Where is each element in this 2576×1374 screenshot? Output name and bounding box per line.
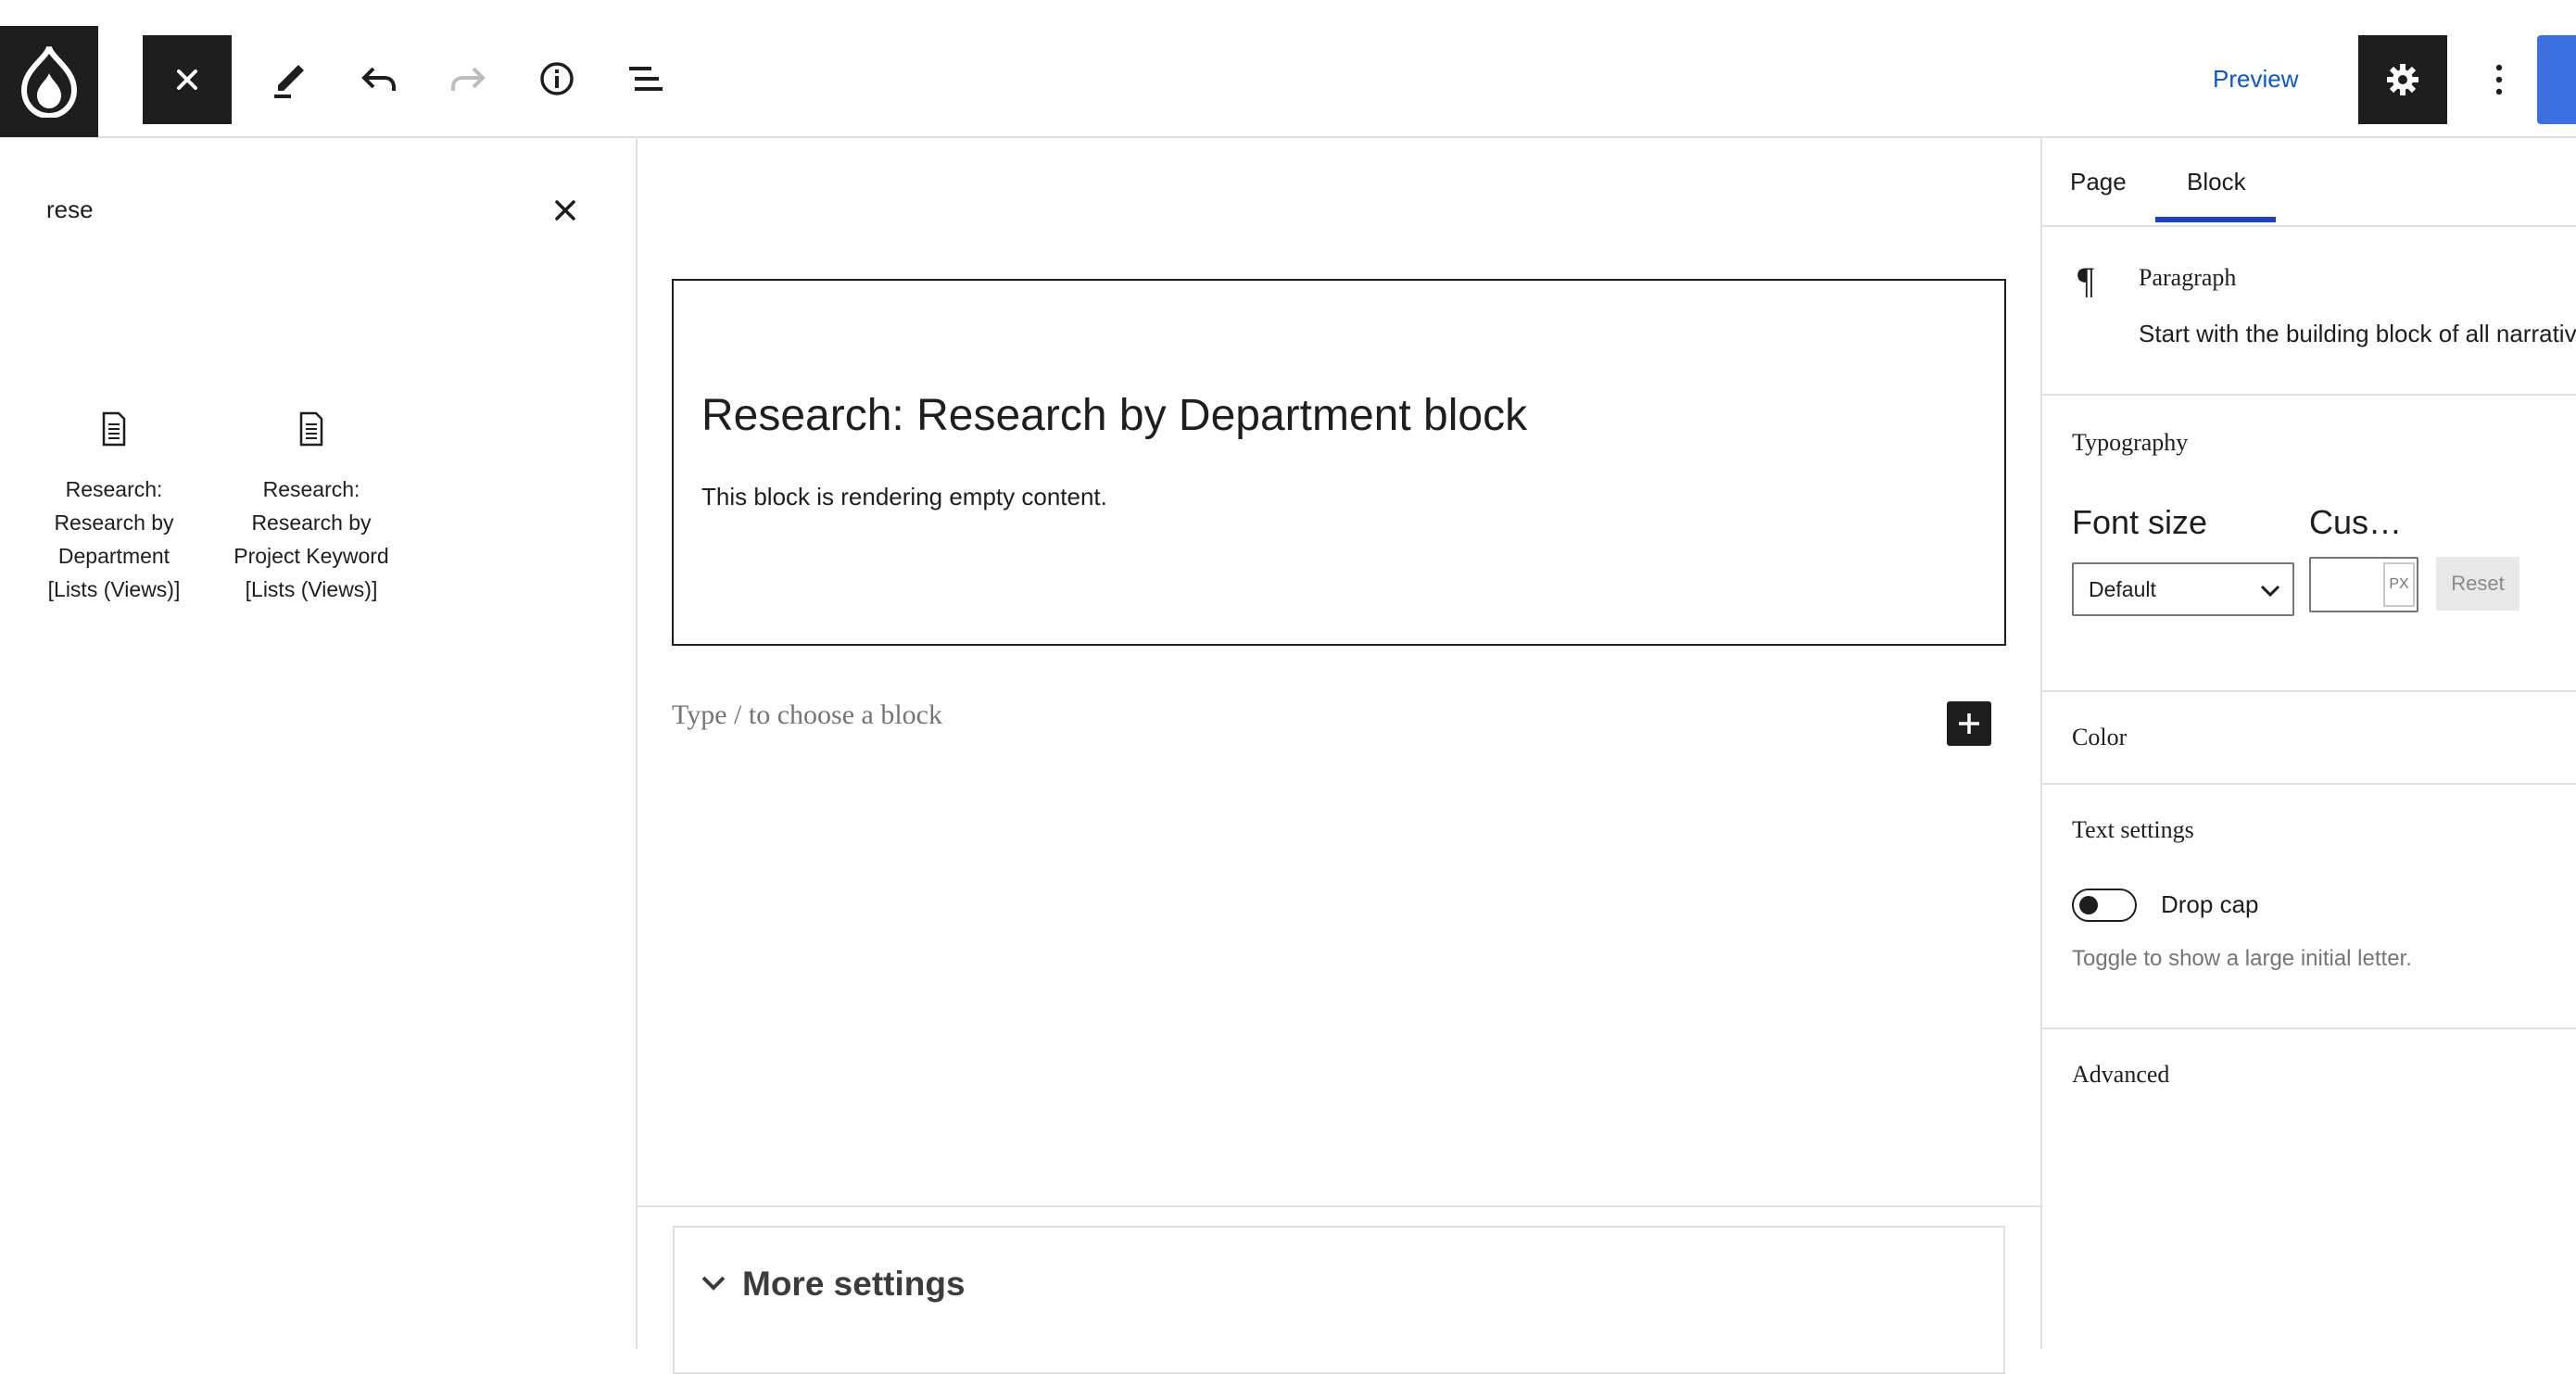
redo-icon — [451, 67, 486, 91]
color-panel-title[interactable]: Color — [2072, 724, 2127, 751]
text-settings-panel-title[interactable]: Text settings — [2072, 816, 2194, 844]
more-vertical-icon — [2495, 64, 2503, 95]
plus-icon — [1959, 713, 1979, 734]
list-view-icon — [629, 67, 663, 91]
custom-size-label: Cus… — [2309, 503, 2403, 541]
add-block-button[interactable] — [1947, 701, 1991, 746]
chevron-down-icon — [2260, 585, 2280, 598]
tab-page[interactable]: Page — [2070, 138, 2127, 225]
panel-divider — [2042, 394, 2576, 396]
inserter-result-item[interactable]: Research: Research by Project Keyword [L… — [228, 411, 395, 606]
close-icon — [555, 200, 575, 221]
tabs-divider — [2042, 225, 2576, 227]
clear-search-button[interactable] — [547, 192, 584, 229]
font-size-select[interactable]: Default — [2072, 562, 2294, 616]
inserter-result-label: Research: Research by Department [Lists … — [47, 477, 181, 601]
settings-sidebar: Page Block ¶ Paragraph Start with the bu… — [2042, 138, 2576, 1349]
block-card-description: Start with the building block of all nar… — [2139, 320, 2576, 347]
redo-button[interactable] — [443, 54, 493, 104]
views-block[interactable]: Research: Research by Department block T… — [672, 279, 2006, 646]
inserter-result-label: Research: Research by Project Keyword [L… — [234, 477, 389, 601]
more-settings-panel[interactable]: More settings — [673, 1226, 2005, 1374]
settings-button[interactable] — [2358, 35, 2447, 124]
views-block-title: Research: Research by Department block — [701, 391, 1528, 440]
active-tab-indicator — [2155, 217, 2276, 222]
edit-tools-button[interactable] — [265, 54, 315, 104]
tab-block[interactable]: Block — [2155, 138, 2278, 225]
editor-canvas: Research: Research by Department block T… — [638, 138, 2040, 1374]
drupal-logo-icon[interactable] — [0, 26, 98, 137]
close-icon — [177, 69, 197, 90]
list-view-button[interactable] — [621, 54, 671, 104]
editor-header: Preview — [0, 0, 2576, 138]
chevron-down-icon — [701, 1276, 726, 1291]
metabox-divider — [638, 1205, 2040, 1207]
drop-cap-toggle[interactable] — [2072, 889, 2137, 922]
pencil-icon — [274, 65, 304, 98]
font-size-select-value: Default — [2089, 576, 2156, 601]
default-block-appender[interactable]: Type / to choose a block — [672, 700, 942, 731]
panel-divider — [2042, 690, 2576, 692]
inserter-search-input[interactable]: rese — [46, 195, 94, 224]
typography-panel-title[interactable]: Typography — [2072, 429, 2188, 457]
reset-button[interactable]: Reset — [2436, 557, 2519, 611]
drop-cap-label: Drop cap — [2161, 890, 2259, 918]
sidebar-divider — [2040, 138, 2042, 1349]
undo-icon — [361, 67, 396, 91]
details-button[interactable] — [532, 54, 582, 104]
panel-divider — [2042, 1027, 2576, 1029]
undo-button[interactable] — [354, 54, 404, 104]
font-size-label: Font size — [2072, 503, 2208, 541]
document-icon — [102, 411, 126, 447]
views-block-message: This block is rendering empty content. — [701, 483, 1107, 511]
custom-font-size-input[interactable]: PX — [2309, 557, 2418, 612]
advanced-panel-title[interactable]: Advanced — [2072, 1061, 2169, 1089]
inserter-result-item[interactable]: Research: Research by Department [Lists … — [31, 411, 197, 606]
unit-select[interactable]: PX — [2383, 562, 2415, 607]
panel-divider — [2042, 783, 2576, 785]
document-icon — [299, 411, 323, 447]
save-button[interactable] — [2537, 35, 2576, 124]
more-settings-label: More settings — [742, 1265, 966, 1303]
block-inserter-panel: rese Research: Research by Department [L… — [0, 138, 638, 1349]
toggle-knob — [2079, 896, 2098, 914]
options-menu-button[interactable] — [2476, 35, 2522, 124]
info-icon — [540, 62, 574, 95]
preview-button[interactable]: Preview — [2213, 65, 2298, 94]
drop-cap-help: Toggle to show a large initial letter. — [2072, 946, 2412, 971]
paragraph-icon: ¶ — [2077, 259, 2095, 301]
gear-icon — [2387, 64, 2418, 95]
block-card-title: Paragraph — [2139, 264, 2237, 291]
close-inserter-button[interactable] — [143, 35, 232, 124]
